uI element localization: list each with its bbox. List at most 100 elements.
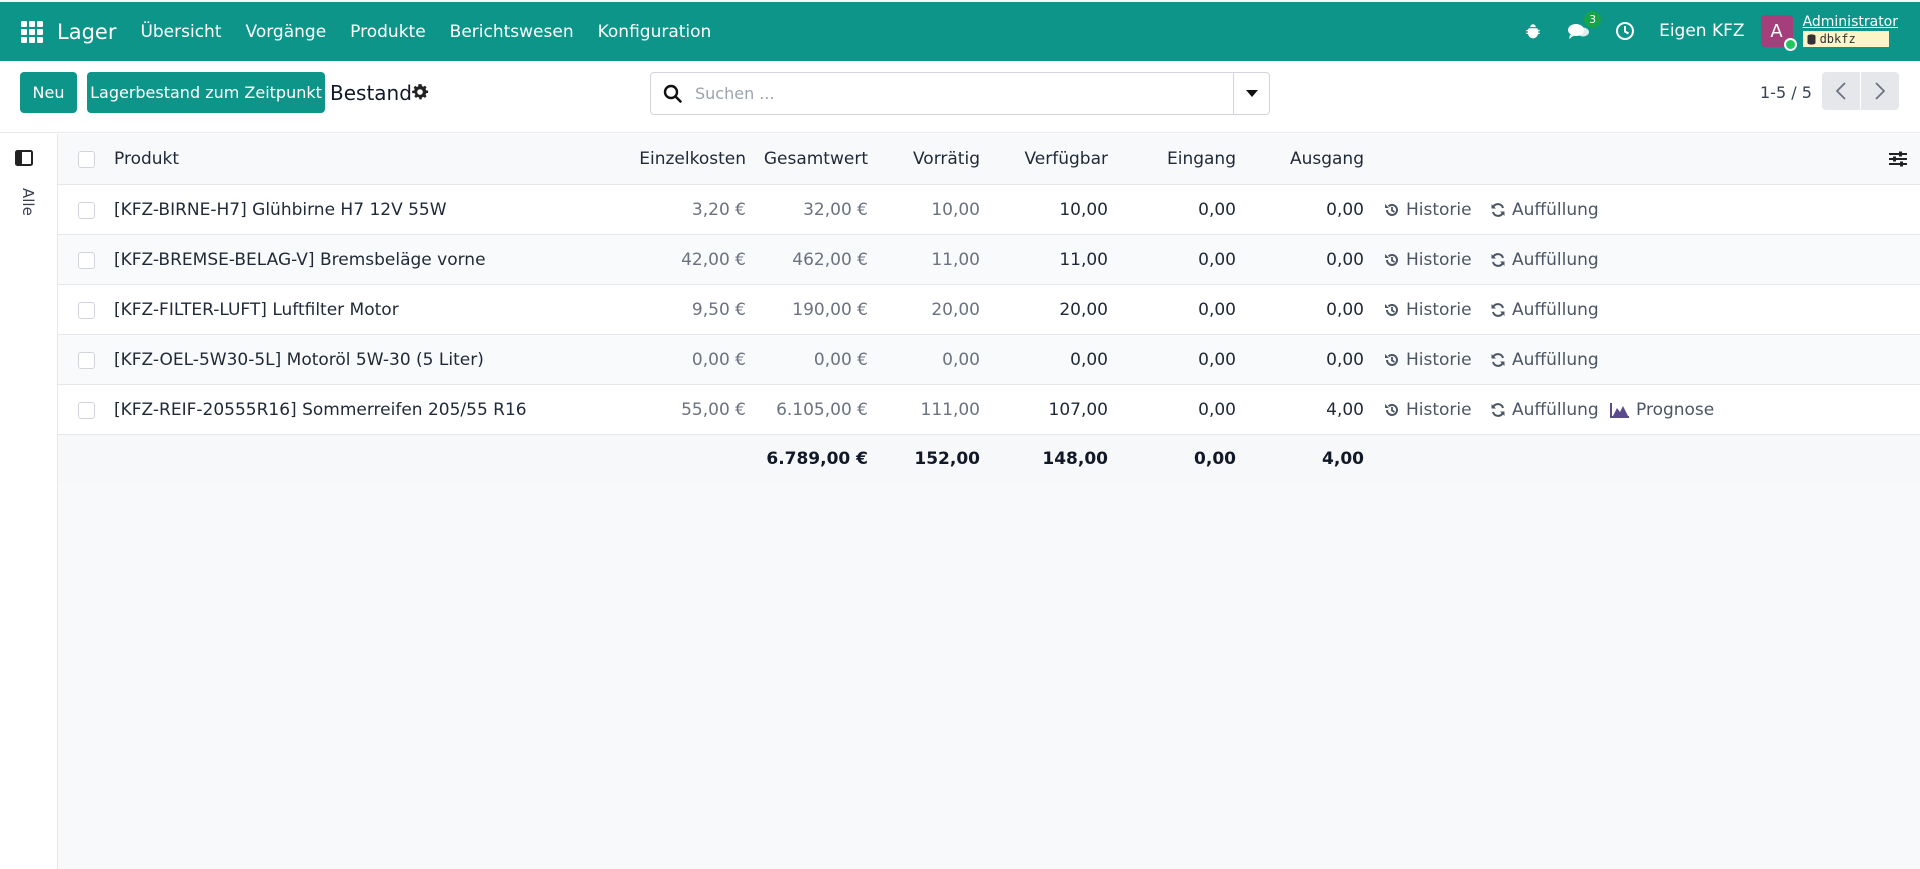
column-header-outgoing[interactable]: Ausgang — [1236, 134, 1364, 184]
history-button[interactable]: Historie — [1384, 185, 1472, 234]
messages-icon[interactable]: 3 — [1567, 11, 1602, 43]
table-row[interactable]: [KFZ-BIRNE-H7] Glühbirne H7 12V 55W 3,20… — [58, 185, 1920, 235]
stock-at-date-button[interactable]: Lagerbestand zum Zeitpunkt — [87, 72, 325, 113]
replenish-button[interactable]: Auffüllung — [1490, 235, 1599, 284]
replenish-button[interactable]: Auffüllung — [1490, 385, 1599, 434]
select-all-checkbox[interactable] — [78, 151, 95, 168]
history-icon — [1385, 353, 1398, 366]
product-name[interactable]: [KFZ-FILTER-LUFT] Luftfilter Motor — [114, 285, 399, 334]
available-qty: 10,00 — [1059, 199, 1108, 220]
row-checkbox[interactable] — [78, 401, 95, 419]
app-name[interactable]: Lager — [57, 20, 116, 44]
sidebar-toggle-icon[interactable] — [15, 150, 33, 166]
unit-cost: 55,00 € — [681, 399, 746, 420]
table-row[interactable]: [KFZ-FILTER-LUFT] Luftfilter Motor 9,50 … — [58, 285, 1920, 335]
forecast-label: Prognose — [1636, 399, 1715, 420]
table-row[interactable]: [KFZ-BREMSE-BELAG-V] Bremsbeläge vorne 4… — [58, 235, 1920, 285]
debug-bug-icon[interactable] — [1521, 19, 1545, 43]
outgoing-qty: 0,00 — [1326, 299, 1364, 320]
navbar-systray: 3 Eigen KFZ A Administrator dbkfz — [1521, 2, 1920, 60]
product-name[interactable]: [KFZ-BIRNE-H7] Glühbirne H7 12V 55W — [114, 185, 447, 234]
history-label: Historie — [1406, 349, 1472, 370]
messages-badge: 3 — [1584, 11, 1602, 28]
history-button[interactable]: Historie — [1384, 285, 1472, 334]
incoming-qty: 0,00 — [1198, 349, 1236, 370]
gear-icon[interactable] — [411, 83, 429, 101]
row-checkbox[interactable] — [78, 301, 95, 319]
database-tag: dbkfz — [1802, 31, 1889, 47]
incoming-qty: 0,00 — [1198, 399, 1236, 420]
column-header-on-hand[interactable]: Vorrätig — [868, 134, 980, 184]
area-chart-icon — [1610, 402, 1629, 418]
user-avatar[interactable]: A — [1760, 15, 1797, 51]
column-header-incoming[interactable]: Eingang — [1108, 134, 1236, 184]
search-input[interactable] — [695, 73, 1215, 114]
pager-value[interactable]: 1-5 / 5 — [1760, 83, 1812, 102]
chevron-left-icon — [1836, 82, 1846, 100]
on-hand-qty: 20,00 — [931, 299, 980, 320]
total-value: 6.105,00 € — [776, 399, 868, 420]
history-button[interactable]: Historie — [1384, 235, 1472, 284]
sidebar-filter-all[interactable]: Alle — [19, 188, 37, 216]
menu-operations[interactable]: Vorgänge — [246, 22, 327, 42]
outgoing-qty: 0,00 — [1326, 199, 1364, 220]
forecast-button[interactable]: Prognose — [1610, 385, 1714, 434]
unit-cost: 0,00 € — [691, 349, 746, 370]
refresh-icon — [1491, 202, 1505, 217]
product-name[interactable]: [KFZ-BREMSE-BELAG-V] Bremsbeläge vorne — [114, 235, 486, 284]
menu-products[interactable]: Produkte — [350, 22, 426, 42]
row-checkbox[interactable] — [78, 251, 95, 269]
refresh-icon — [1491, 252, 1505, 267]
incoming-qty: 0,00 — [1198, 199, 1236, 220]
product-name[interactable]: [KFZ-OEL-5W30-5L] Motoröl 5W-30 (5 Liter… — [114, 335, 484, 384]
history-label: Historie — [1406, 199, 1472, 220]
user-name[interactable]: Administrator — [1803, 15, 1898, 29]
replenish-label: Auffüllung — [1512, 249, 1599, 270]
unit-cost: 3,20 € — [691, 199, 746, 220]
row-checkbox[interactable] — [78, 351, 95, 369]
database-name: dbkfz — [1819, 32, 1856, 46]
menu-reporting[interactable]: Berichtswesen — [450, 22, 574, 42]
row-checkbox[interactable] — [78, 201, 95, 219]
outgoing-qty: 4,00 — [1326, 399, 1364, 420]
app-grid-icon[interactable] — [21, 20, 43, 43]
table-row[interactable]: [KFZ-OEL-5W30-5L] Motoröl 5W-30 (5 Liter… — [58, 335, 1920, 385]
column-settings-icon[interactable] — [1888, 150, 1908, 168]
column-header-product[interactable]: Produkt — [114, 134, 179, 184]
search-options-toggle[interactable] — [1233, 73, 1269, 114]
new-button[interactable]: Neu — [20, 72, 77, 113]
available-sum: 148,00 — [1042, 449, 1108, 469]
pager-next-button[interactable] — [1861, 72, 1899, 110]
chevron-right-icon — [1875, 82, 1885, 100]
replenish-button[interactable]: Auffüllung — [1490, 185, 1599, 234]
pager-previous-button[interactable] — [1822, 72, 1860, 110]
history-label: Historie — [1406, 249, 1472, 270]
column-header-available[interactable]: Verfügbar — [980, 134, 1108, 184]
column-header-total-value[interactable]: Gesamtwert — [746, 134, 868, 184]
company-switcher[interactable]: Eigen KFZ — [1659, 21, 1744, 41]
replenish-button[interactable]: Auffüllung — [1490, 285, 1599, 334]
total-value-sum: 6.789,00 € — [766, 449, 868, 469]
control-panel: Neu Lagerbestand zum Zeitpunkt Bestand 1… — [0, 61, 1920, 133]
history-icon — [1385, 253, 1398, 266]
available-qty: 0,00 — [1070, 349, 1108, 370]
history-button[interactable]: Historie — [1384, 335, 1472, 384]
available-qty: 107,00 — [1048, 399, 1108, 420]
history-button[interactable]: Historie — [1384, 385, 1472, 434]
on-hand-qty: 10,00 — [931, 199, 980, 220]
product-name[interactable]: [KFZ-REIF-20555R16] Sommerreifen 205/55 … — [114, 385, 527, 434]
menu-configuration[interactable]: Konfiguration — [598, 22, 712, 42]
replenish-button[interactable]: Auffüllung — [1490, 335, 1599, 384]
avatar-letter: A — [1770, 20, 1783, 42]
outgoing-qty: 0,00 — [1326, 249, 1364, 270]
user-menu[interactable]: Administrator dbkfz — [1802, 15, 1898, 47]
page-title: Bestand — [330, 81, 412, 105]
table-row[interactable]: [KFZ-REIF-20555R16] Sommerreifen 205/55 … — [58, 385, 1920, 435]
activity-clock-icon[interactable] — [1613, 19, 1637, 43]
incoming-qty: 0,00 — [1198, 249, 1236, 270]
caret-down-icon — [1245, 89, 1258, 97]
menu-overview[interactable]: Übersicht — [140, 22, 221, 42]
replenish-label: Auffüllung — [1512, 299, 1599, 320]
search-icon — [663, 84, 682, 103]
column-header-unit-cost[interactable]: Einzelkosten — [608, 134, 746, 184]
